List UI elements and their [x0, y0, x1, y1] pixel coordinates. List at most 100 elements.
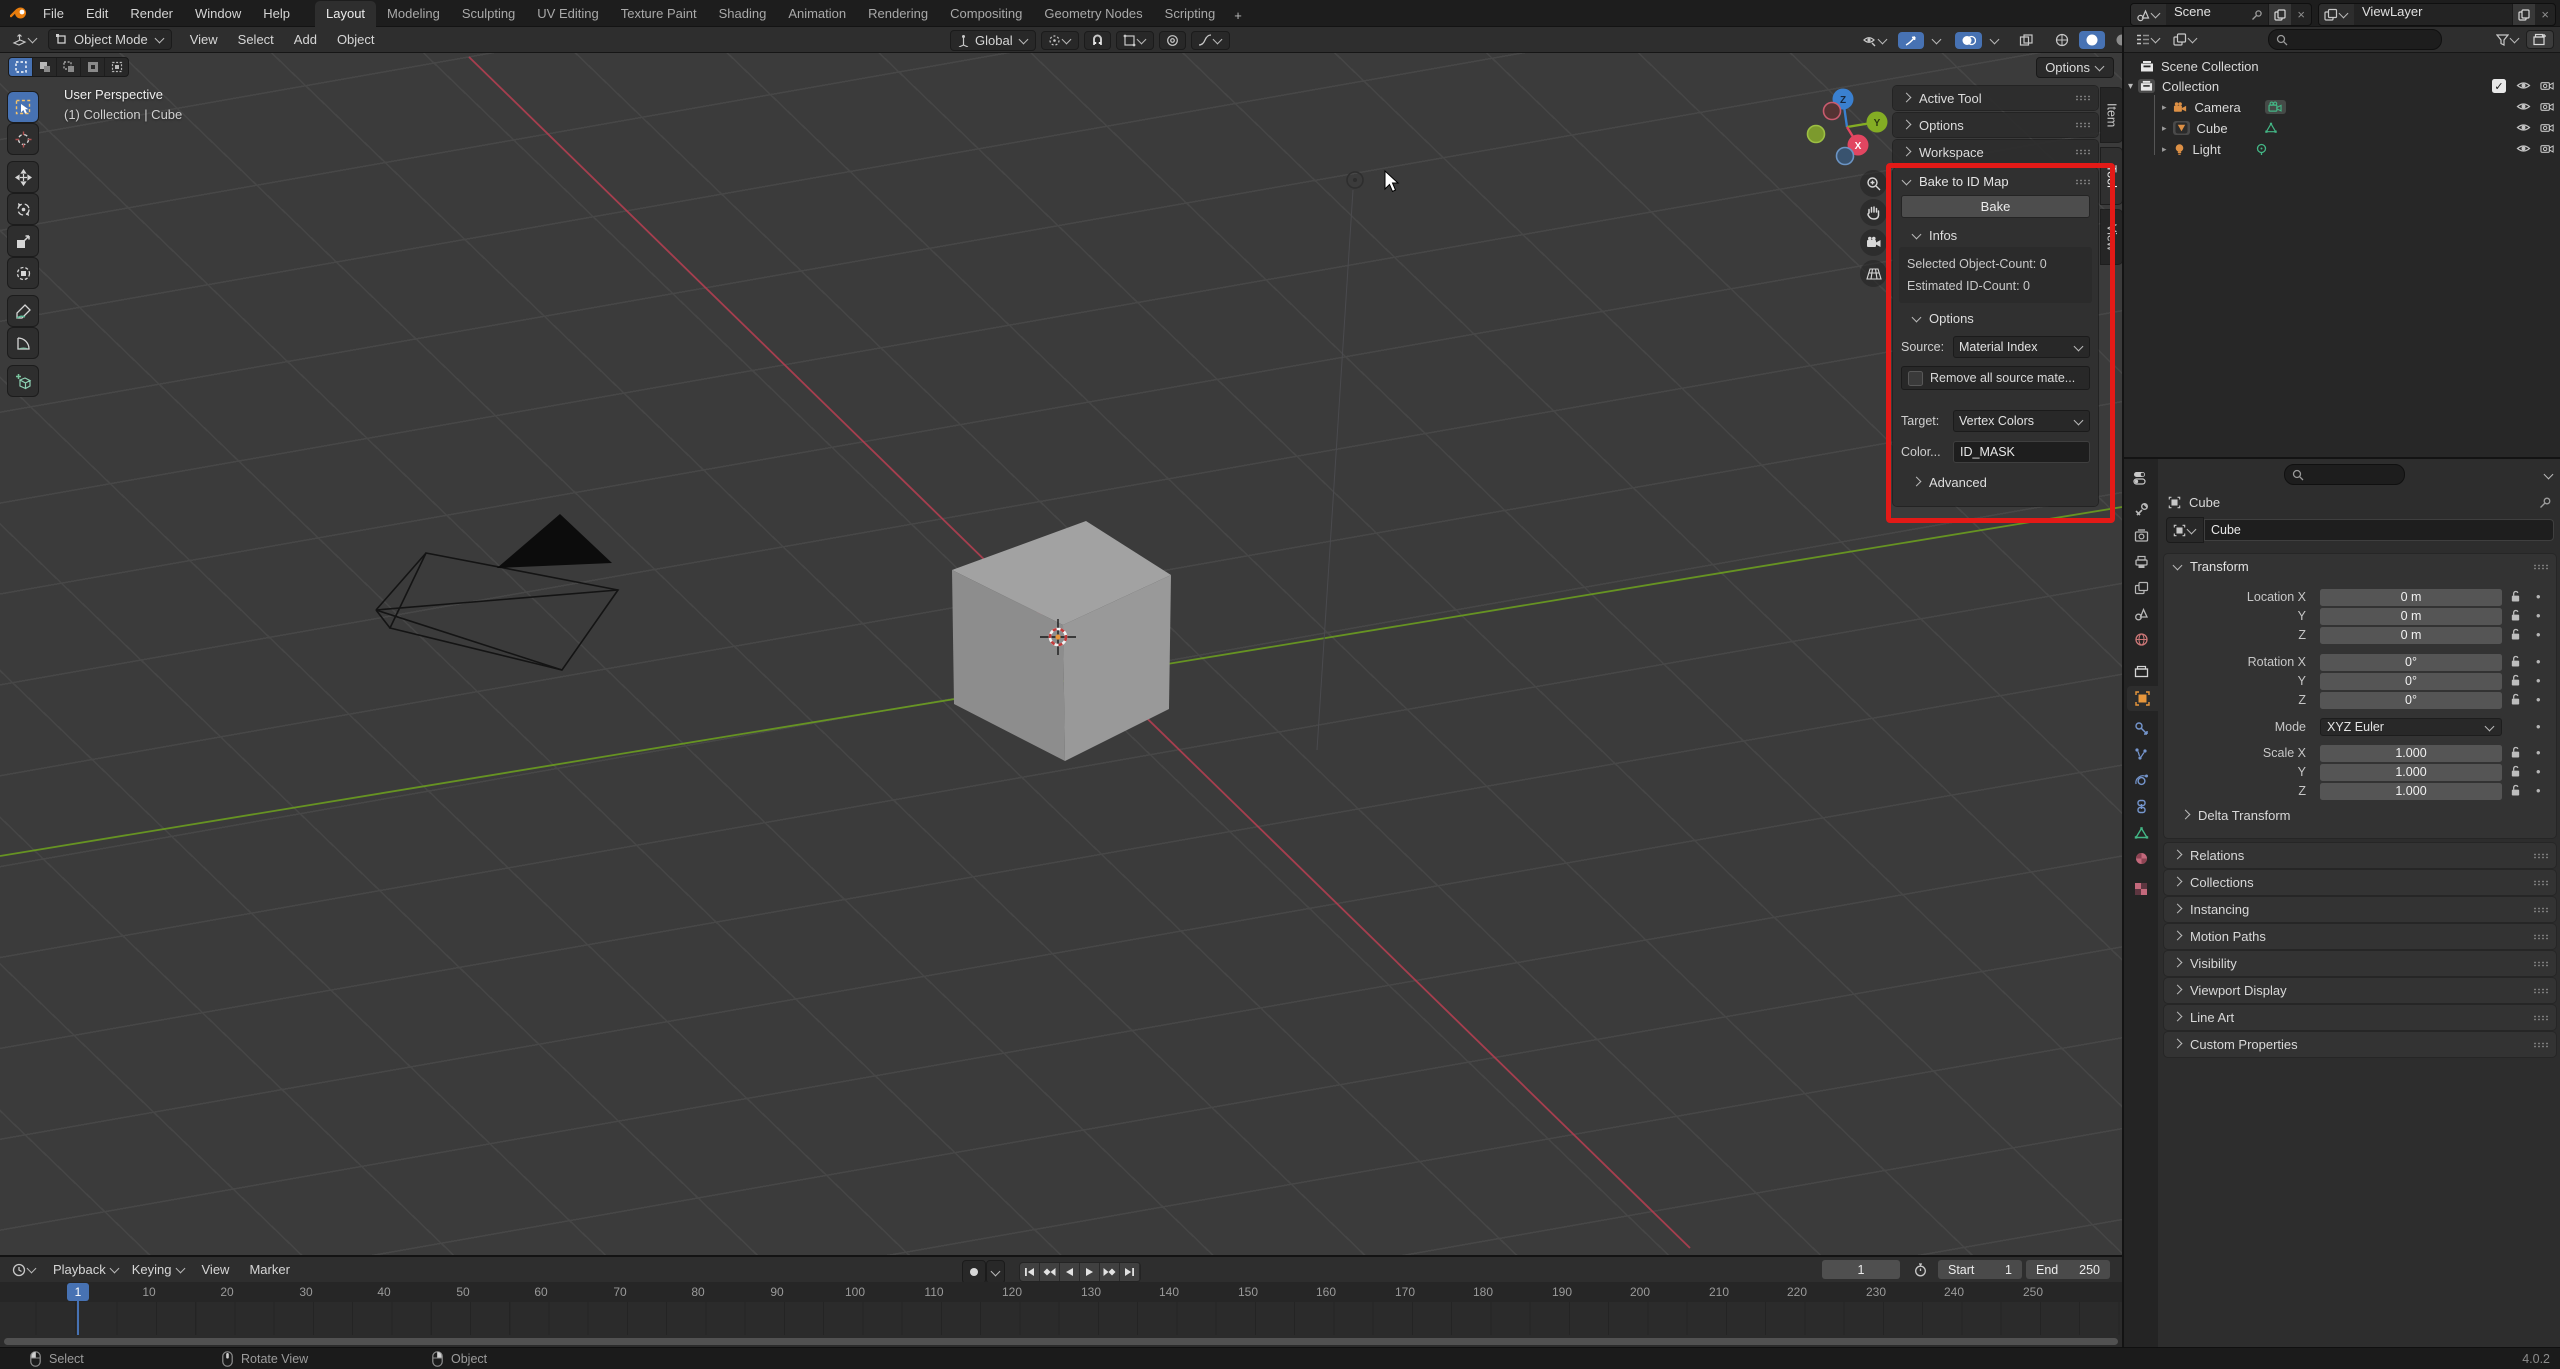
auto-keying-record-button[interactable]	[962, 1260, 986, 1284]
viewlayer-icon[interactable]	[2319, 4, 2354, 25]
properties-search-input[interactable]	[2284, 464, 2405, 485]
editor-type-timeline-icon[interactable]	[6, 1261, 43, 1279]
frame-start-field[interactable]: Start 1	[1938, 1260, 2022, 1279]
infos-subpanel-header[interactable]: Infos	[1893, 220, 2098, 247]
rotation-y-field[interactable]: 0°	[2320, 672, 2502, 690]
lock-icon[interactable]	[2510, 590, 2521, 603]
blender-logo-icon[interactable]	[10, 6, 28, 20]
properties-tab-particles[interactable]	[2127, 742, 2155, 767]
remove-source-materials-checkbox[interactable]	[1908, 370, 1923, 386]
panel-workspace[interactable]: Workspace	[1893, 140, 2098, 164]
playback-menu[interactable]: Playback	[47, 1260, 126, 1279]
sidebar-tab-item[interactable]: Item	[2101, 88, 2122, 142]
viewlayer-name[interactable]: ViewLayer	[2354, 4, 2512, 25]
panel-custom-properties[interactable]: Custom Properties	[2164, 1032, 2556, 1057]
pan-hand-button[interactable]	[1860, 199, 1887, 226]
animate-dot[interactable]: •	[2536, 608, 2541, 623]
drag-grip-icon[interactable]	[2533, 906, 2548, 913]
workspace-tab-geometry-nodes[interactable]: Geometry Nodes	[1033, 1, 1153, 27]
scale-x-field[interactable]: 1.000	[2320, 744, 2502, 762]
rotation-mode-dropdown[interactable]: XYZ Euler	[2320, 718, 2502, 736]
workspace-tab-uv-editing[interactable]: UV Editing	[526, 1, 609, 27]
timeline-ruler[interactable]: 10 20 30 40 50 60 70 80 90 100 110 120 1…	[0, 1282, 2122, 1302]
tool-move[interactable]	[8, 162, 38, 192]
snap-toggle-magnet-icon[interactable]	[1083, 30, 1111, 50]
select-mode-set-button[interactable]	[9, 58, 33, 76]
zoom-button[interactable]	[1860, 170, 1887, 197]
tool-cursor[interactable]	[8, 124, 38, 154]
viewport-options-dropdown[interactable]: Options	[2036, 57, 2114, 78]
hide-eye-icon[interactable]	[2516, 142, 2531, 155]
outliner-row-light[interactable]: ▸ Light	[2124, 139, 2560, 159]
properties-tab-modifiers[interactable]	[2127, 716, 2155, 741]
workspace-tab-scripting[interactable]: Scripting	[1154, 1, 1227, 27]
pivot-point-dropdown[interactable]	[1040, 30, 1079, 50]
outliner-row-scene-collection[interactable]: Scene Collection	[2124, 56, 2560, 76]
tool-scale[interactable]	[8, 226, 38, 256]
properties-tab-render[interactable]	[2127, 523, 2155, 548]
animate-dot[interactable]: •	[2536, 783, 2541, 798]
breadcrumb-object-name[interactable]: Cube	[2189, 495, 2220, 510]
scale-y-field[interactable]: 1.000	[2320, 763, 2502, 781]
panel-motion-paths[interactable]: Motion Paths	[2164, 924, 2556, 949]
mode-dropdown[interactable]: Object Mode	[48, 29, 172, 50]
location-x-field[interactable]: 0 m	[2320, 588, 2502, 606]
lock-icon[interactable]	[2510, 693, 2521, 706]
show-hide-dropdown[interactable]	[1856, 32, 1894, 49]
menu-edit[interactable]: Edit	[75, 6, 119, 21]
color-name-input[interactable]: ID_MASK	[1953, 441, 2090, 463]
animate-dot[interactable]: •	[2536, 589, 2541, 604]
properties-tab-collection[interactable]	[2127, 659, 2155, 684]
lock-icon[interactable]	[2510, 784, 2521, 797]
disable-render-camera-icon[interactable]	[2540, 100, 2555, 113]
disable-render-camera-icon[interactable]	[2540, 142, 2555, 155]
properties-tab-material[interactable]	[2127, 846, 2155, 871]
shading-solid-toggle[interactable]	[2079, 31, 2105, 49]
outliner-row-cube[interactable]: ▸ Cube	[2124, 118, 2560, 138]
navigation-gizmo[interactable]: Z Y X	[1795, 85, 1905, 175]
object-id-icon-dropdown[interactable]	[2166, 517, 2204, 543]
select-mode-subtract-button[interactable]	[57, 58, 81, 76]
object-name-input[interactable]: Cube	[2204, 519, 2554, 541]
outliner-row-collection[interactable]: ▾ Collection ✓	[2124, 76, 2560, 96]
timeline-scrollbar[interactable]	[4, 1338, 2118, 1345]
transform-panel-header[interactable]: Transform	[2164, 554, 2556, 579]
collection-checkbox[interactable]: ✓	[2492, 79, 2506, 93]
lock-icon[interactable]	[2510, 628, 2521, 641]
expand-arrow-icon[interactable]: ▸	[2162, 144, 2167, 155]
scene-icon[interactable]	[2131, 4, 2166, 25]
remove-source-materials-row[interactable]: Remove all source mate...	[1901, 366, 2090, 390]
properties-tab-texture[interactable]	[2127, 876, 2155, 901]
rotation-z-field[interactable]: 0°	[2320, 691, 2502, 709]
drag-grip-icon[interactable]	[2075, 122, 2090, 128]
light-data-icon[interactable]	[2255, 143, 2268, 156]
disable-render-camera-icon[interactable]	[2540, 79, 2555, 92]
panel-collections[interactable]: Collections	[2164, 870, 2556, 895]
tool-transform[interactable]	[8, 258, 38, 288]
previous-keyframe-button[interactable]	[1040, 1263, 1060, 1281]
animate-dot[interactable]: •	[2536, 745, 2541, 760]
play-button[interactable]	[1080, 1263, 1100, 1281]
outliner-search-input[interactable]	[2268, 29, 2442, 50]
overlays-dropdown[interactable]	[1986, 34, 2003, 47]
keying-menu[interactable]: Keying	[126, 1260, 192, 1279]
workspace-tab-layout[interactable]: Layout	[315, 0, 377, 27]
properties-editor-type-icon[interactable]	[2127, 465, 2155, 490]
camera-view-button[interactable]	[1860, 229, 1887, 256]
jump-to-end-button[interactable]	[1120, 1263, 1140, 1281]
transform-orientation-dropdown[interactable]: Global	[950, 29, 1036, 51]
animate-dot[interactable]: •	[2536, 719, 2541, 734]
menu-object[interactable]: Object	[327, 32, 385, 47]
tool-annotate[interactable]	[8, 296, 38, 326]
scale-z-field[interactable]: 1.000	[2320, 782, 2502, 800]
mesh-data-icon[interactable]	[2264, 122, 2278, 134]
jump-to-start-button[interactable]	[1020, 1263, 1040, 1281]
tool-add-cube[interactable]	[8, 366, 38, 396]
lock-icon[interactable]	[2510, 609, 2521, 622]
xray-toggle[interactable]	[2013, 32, 2039, 49]
properties-tab-object-data[interactable]	[2127, 820, 2155, 845]
drag-grip-icon[interactable]	[2533, 879, 2548, 886]
workspace-tab-shading[interactable]: Shading	[708, 1, 778, 27]
pin-icon[interactable]	[2246, 4, 2268, 25]
overlays-toggle[interactable]	[1955, 31, 1982, 49]
